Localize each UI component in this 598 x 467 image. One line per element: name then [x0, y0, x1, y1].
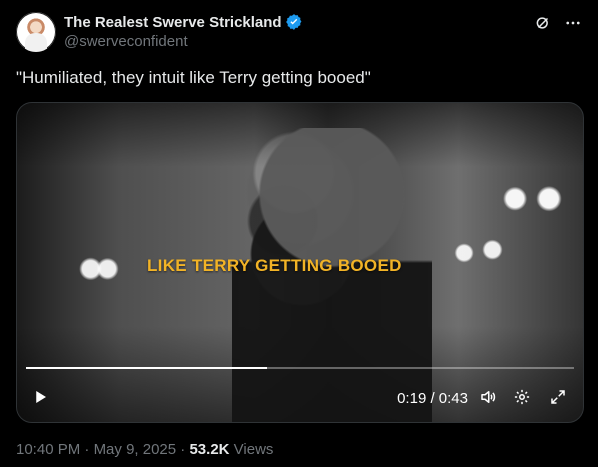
- video-caption: LIKE TERRY GETTING BOOED: [147, 256, 402, 275]
- verified-badge-icon: [285, 13, 303, 31]
- post-date[interactable]: May 9, 2025: [94, 441, 177, 458]
- video-progress-bar[interactable]: [26, 367, 574, 369]
- views-count: 53.2K: [189, 441, 230, 458]
- more-icon[interactable]: [564, 14, 582, 32]
- grok-icon[interactable]: [534, 14, 552, 32]
- author-name-row: The Realest Swerve Strickland: [64, 13, 303, 31]
- video-progress-fill: [26, 367, 268, 369]
- views-label: Views: [233, 441, 274, 458]
- tweet-header: The Realest Swerve Strickland @swervecon…: [16, 12, 582, 54]
- video-time-label: 0:19 / 0:43: [397, 390, 468, 407]
- volume-icon[interactable]: [479, 388, 497, 406]
- author-handle[interactable]: @swerveconfident: [64, 33, 188, 50]
- video-player[interactable]: LIKE TERRY GETTING BOOED 0:19 / 0:43: [16, 102, 584, 423]
- tweet-text: "Humiliated, they intuit like Terry gett…: [16, 68, 371, 87]
- play-icon[interactable]: [31, 388, 49, 406]
- display-name[interactable]: The Realest Swerve Strickland: [64, 14, 282, 31]
- meta-separator: ·: [180, 441, 186, 458]
- avatar[interactable]: [16, 12, 56, 52]
- gear-icon[interactable]: [513, 388, 531, 406]
- top-actions: [534, 14, 582, 32]
- meta-separator: ·: [84, 441, 90, 458]
- expand-icon[interactable]: [549, 388, 567, 406]
- tweet-meta: 10:40 PM · May 9, 2025 · 53.2K Views: [16, 441, 273, 458]
- post-time[interactable]: 10:40 PM: [16, 441, 80, 458]
- video-controls: 0:19 / 0:43: [17, 370, 583, 422]
